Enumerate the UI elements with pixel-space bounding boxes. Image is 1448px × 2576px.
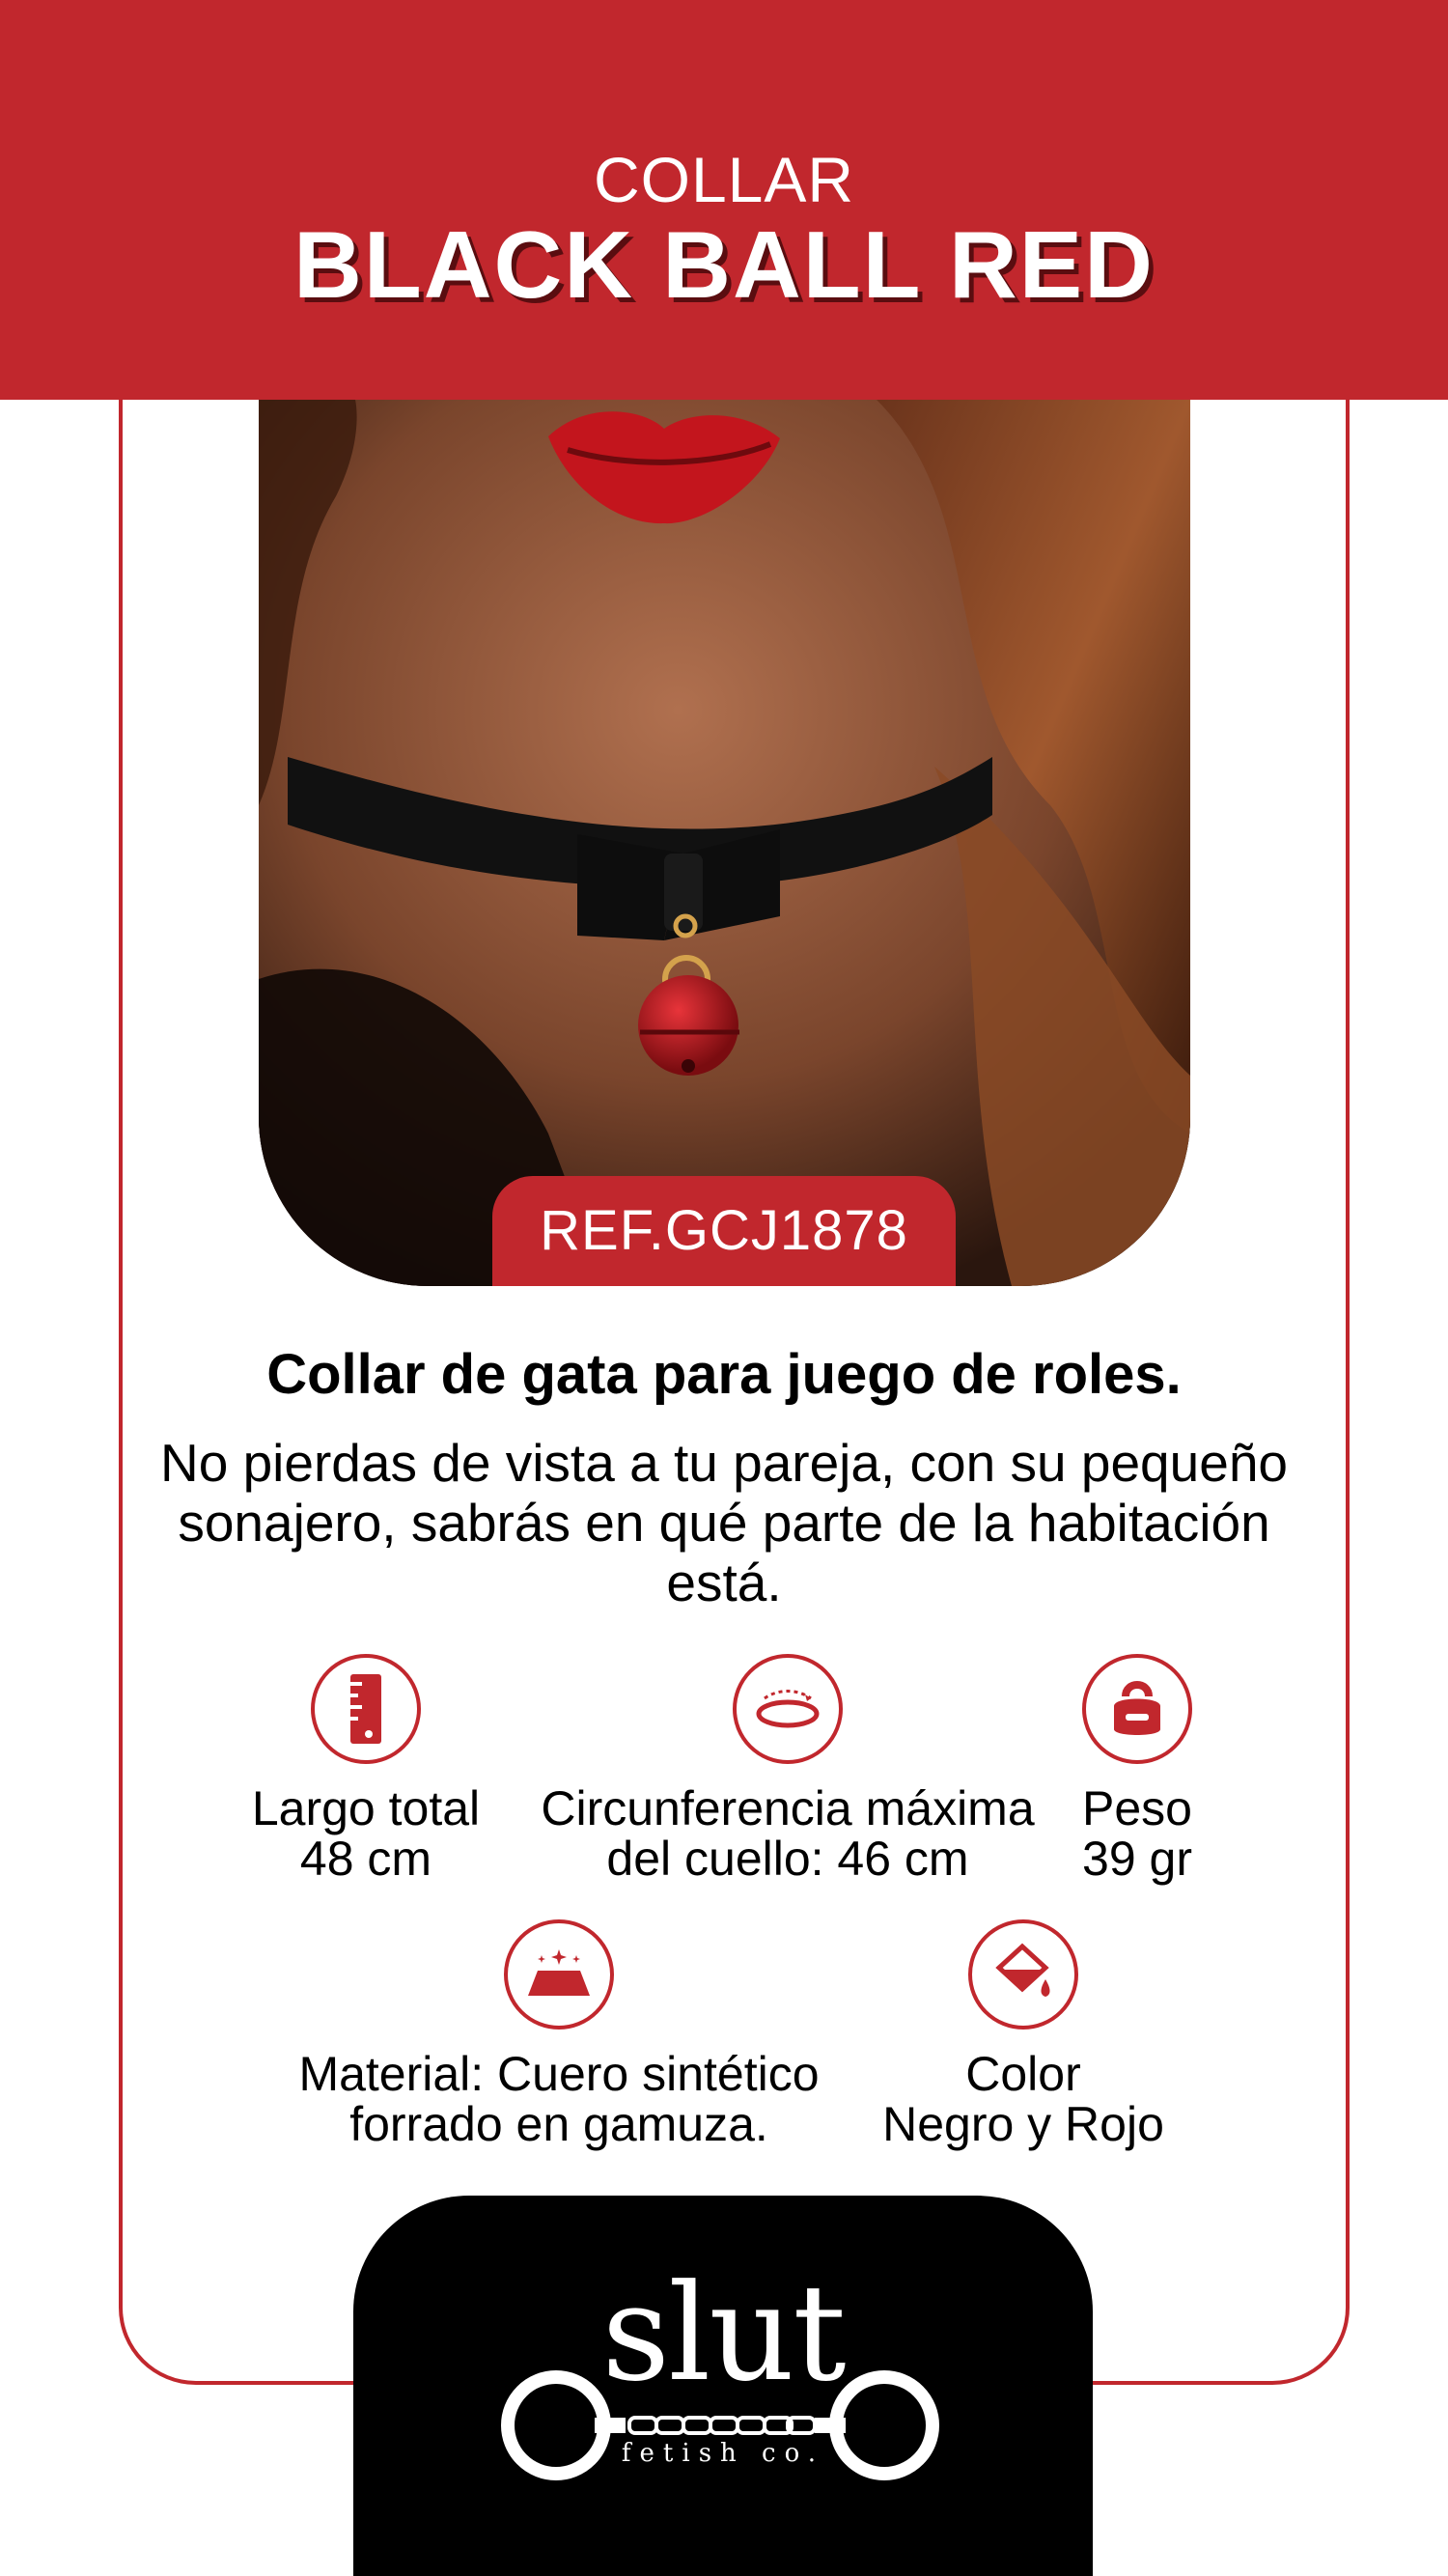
feature-length: Largo total 48 cm [221, 1654, 511, 1884]
feature-material-label: Material: Cuero sintético [298, 2047, 820, 2101]
circumference-icon [733, 1654, 843, 1764]
paint-bucket-icon [968, 1919, 1078, 2030]
feature-circumference-label: Circunferencia máxima [541, 1781, 1035, 1835]
feature-color-value: Negro y Rojo [882, 2097, 1164, 2151]
brand-tagline: fetish co. [621, 2439, 825, 2468]
weight-icon [1082, 1654, 1192, 1764]
product-description: No pierdas de vista a tu pareja, con su … [160, 1433, 1288, 1612]
header-banner: COLLAR BLACK BALL RED [0, 0, 1448, 400]
brand-logo: slut fetish co. [353, 2196, 1093, 2576]
feature-color: Color Negro y Rojo [854, 1919, 1192, 2149]
feature-circumference: Circunferencia máxima del cuello: 46 cm [522, 1654, 1053, 1884]
feature-material: Material: Cuero sintético forrado en gam… [269, 1919, 849, 2149]
product-photo [259, 400, 1190, 1286]
ruler-icon [311, 1654, 421, 1764]
feature-weight-label: Peso [1082, 1781, 1192, 1835]
product-category: COLLAR [593, 144, 855, 215]
brand-name: slut [601, 2255, 846, 2411]
feature-circumference-value: del cuello: 46 cm [606, 1832, 969, 1886]
feature-length-label: Largo total [251, 1781, 481, 1835]
reference-badge: REF.GCJ1878 [492, 1176, 956, 1286]
product-title: BLACK BALL RED [293, 211, 1155, 318]
product-tagline: Collar de gata para juego de roles. [266, 1343, 1182, 1406]
feature-color-label: Color [965, 2047, 1081, 2101]
feature-weight-value: 39 gr [1082, 1832, 1192, 1886]
feature-weight: Peso 39 gr [1041, 1654, 1234, 1884]
material-icon [504, 1919, 614, 2030]
feature-length-value: 48 cm [299, 1832, 432, 1886]
feature-material-value: forrado en gamuza. [349, 2097, 768, 2151]
